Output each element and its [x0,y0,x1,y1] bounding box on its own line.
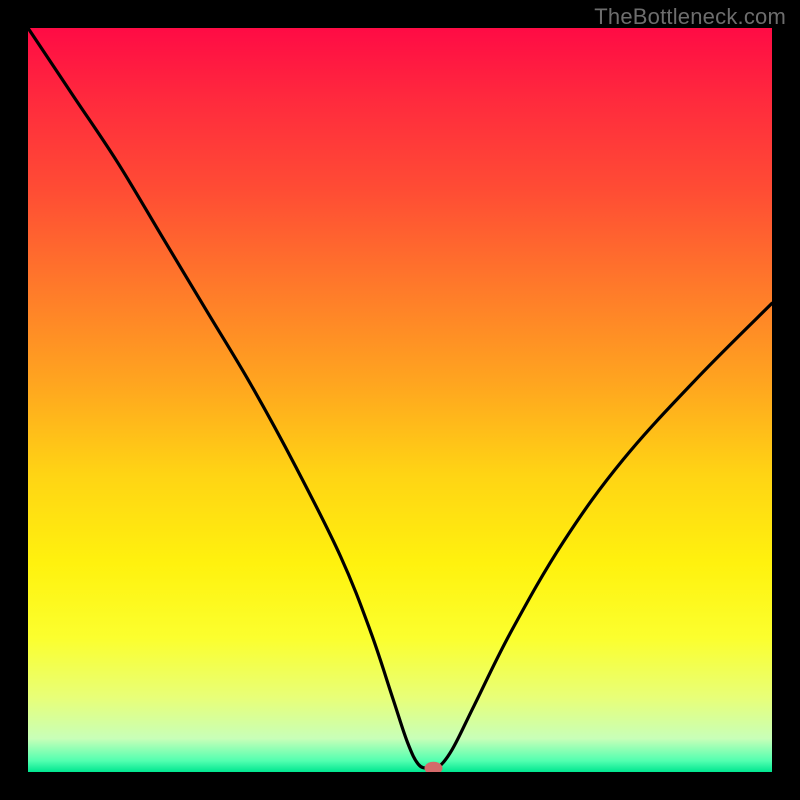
curve-layer [28,28,772,772]
minimum-marker [424,762,442,772]
plot-area [28,28,772,772]
bottleneck-curve [28,28,772,770]
chart-frame: TheBottleneck.com [0,0,800,800]
attribution-text: TheBottleneck.com [594,4,786,30]
